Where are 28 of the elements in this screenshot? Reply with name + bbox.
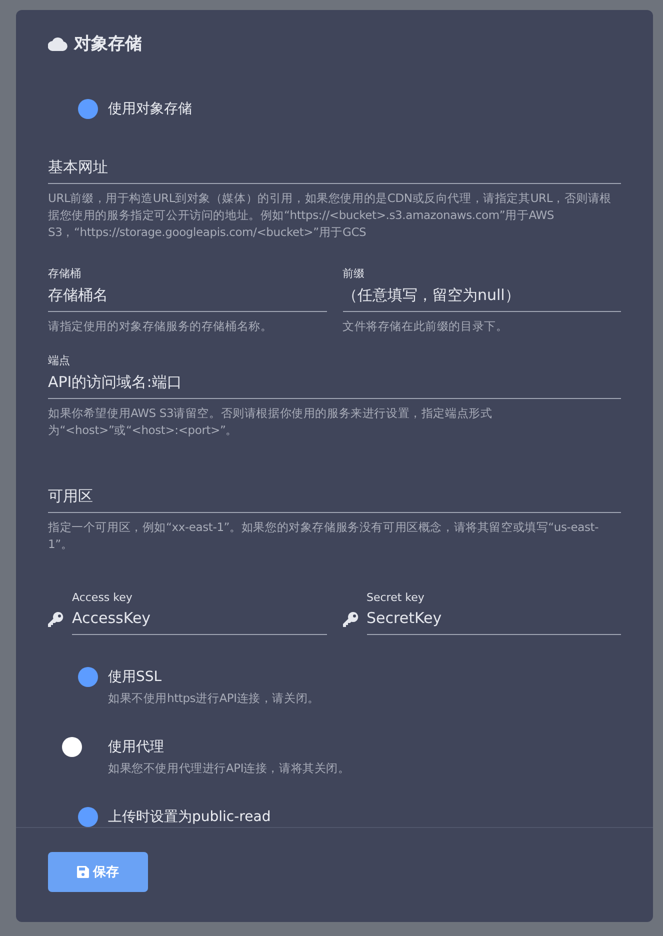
input-field[interactable]: 基本网址 (48, 155, 621, 184)
help-text: 文件将存储在此前缀的目录下。 (342, 318, 509, 335)
field-label: 端点 (48, 353, 71, 368)
help-text: 如果你希望使用AWS S3请留空。否则请根据你使用的服务来进行设置，指定端点形式为“<host>”或“<host>:<port>”。 (48, 405, 494, 439)
help-text: 如果不使用https进行API连接，请关闭。 (108, 690, 320, 707)
field-label: Access key (72, 591, 134, 604)
help-text: 如果您不使用代理进行API连接，请将其关闭。 (108, 760, 350, 777)
help-text: URL前缀，用于构造URL到对象（媒体）的引用，如果您使用的是CDN或反向代理，请指定其URL，否则请根据您使用的服务指定可公开访问的地址。例如“https://<bucket>.s3.amazonaws.com”用于AWS S3，“https://storage.googleapis.com/<bucket>”用于GCS (48, 190, 613, 241)
field-label: Secret key (366, 591, 426, 604)
save-button[interactable]: 保存 (48, 852, 148, 892)
cloud-icon (48, 36, 68, 50)
input-field[interactable]: 存储桶名 (48, 283, 326, 312)
key-icon (342, 611, 358, 627)
help-text: 指定一个可用区，例如“xx-east-1”。如果您的对象存储服务没有可用区概念，请将其留空或填写“us-east-1”。 (48, 519, 600, 553)
switch-label: 上传时设置为public-read (108, 808, 271, 827)
input-field[interactable]: AccessKey (72, 606, 326, 635)
switch-label: 使用SSL (108, 668, 163, 687)
switch-label: 使用代理 (108, 738, 165, 757)
input-field[interactable]: API的访问域名:端口 (48, 370, 621, 399)
input-field[interactable]: 可用区 (48, 484, 621, 513)
field-label: 前缀 (342, 266, 366, 281)
input-field[interactable]: SecretKey (366, 606, 621, 635)
key-icon (48, 611, 64, 627)
switch-label: 使用对象存储 (108, 100, 192, 119)
help-text: 请指定使用的对象存储服务的存储桶名称。 (48, 318, 274, 335)
card-title: 对象存储 (74, 33, 142, 55)
input-field[interactable]: （任意填写，留空为null） (342, 283, 621, 312)
field-label: 存储桶 (48, 266, 82, 281)
